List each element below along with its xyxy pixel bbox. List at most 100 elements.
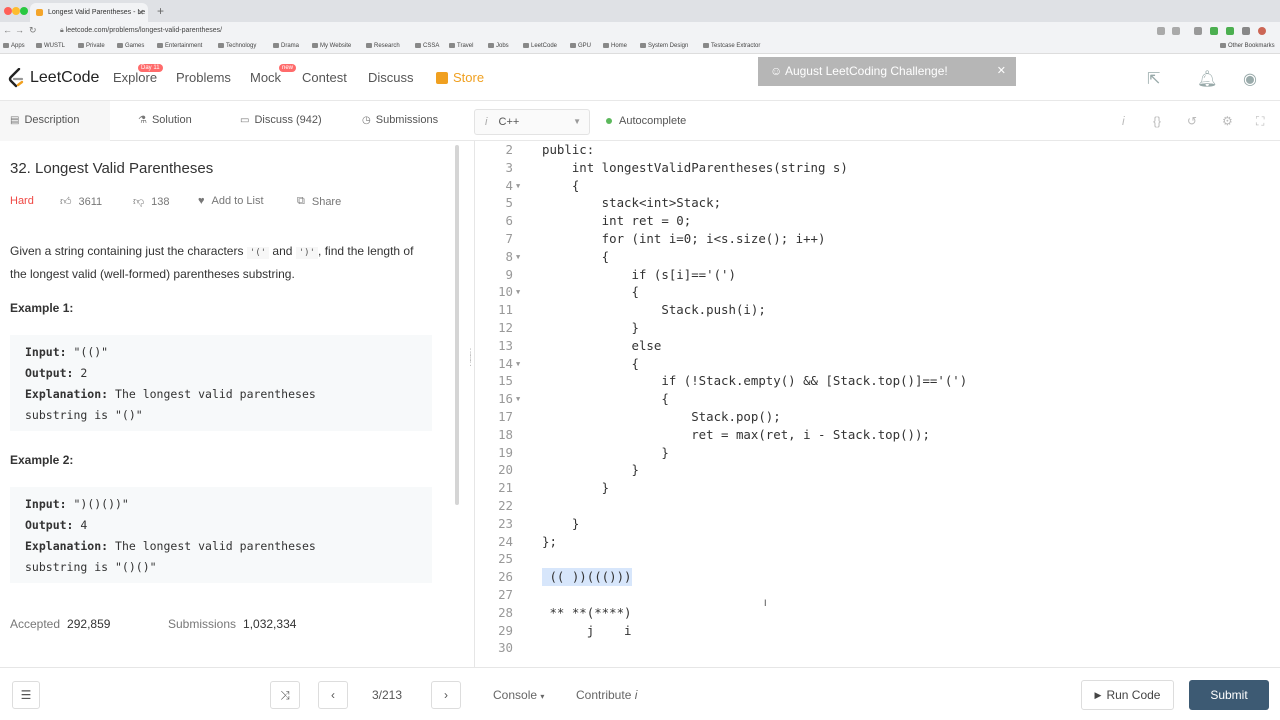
dislike-button[interactable]: 👎︎ 138 bbox=[133, 195, 170, 209]
add-to-list-button[interactable]: ♥ Add to List bbox=[198, 195, 264, 207]
code-line[interactable]: 16 ▼ { bbox=[475, 390, 1280, 408]
code-line[interactable]: 13 else bbox=[475, 337, 1280, 355]
profile-avatar-icon[interactable] bbox=[1258, 27, 1266, 35]
description-scrollbar[interactable] bbox=[455, 145, 459, 505]
code-line[interactable]: 21 } bbox=[475, 479, 1280, 497]
settings-gear-icon[interactable]: ⚙ bbox=[1222, 114, 1233, 128]
next-problem-button[interactable]: › bbox=[431, 681, 461, 709]
bookmark-item[interactable]: My Website bbox=[312, 43, 351, 49]
bookmark-star-icon[interactable] bbox=[1172, 27, 1180, 35]
problem-list-button[interactable]: ☰ bbox=[12, 681, 40, 709]
bookmark-item[interactable]: Testcase Extractor bbox=[703, 43, 760, 49]
code-line[interactable]: 30 bbox=[475, 639, 1280, 657]
code-line[interactable]: 22 bbox=[475, 497, 1280, 515]
code-editor[interactable]: 2 public: 3 int longestValidParentheses(st… bbox=[474, 141, 1280, 667]
code-line[interactable]: 2 public: bbox=[475, 141, 1280, 159]
code-line[interactable]: 15 if (!Stack.empty() && [Stack.top()]==… bbox=[475, 372, 1280, 390]
reload-icon[interactable]: ↻ bbox=[29, 25, 37, 36]
run-code-button[interactable]: ▶ Run Code bbox=[1081, 680, 1174, 710]
autocomplete-toggle[interactable]: Autocomplete bbox=[606, 115, 686, 127]
bookmark-item[interactable]: Technology bbox=[218, 43, 256, 49]
fold-arrow-icon[interactable]: ▼ bbox=[516, 283, 520, 301]
code-line[interactable]: 17 Stack.pop(); bbox=[475, 408, 1280, 426]
bookmark-item[interactable]: Apps bbox=[3, 43, 25, 49]
maximize-window-dot[interactable] bbox=[20, 7, 28, 15]
zoom-icon[interactable] bbox=[1157, 27, 1165, 35]
share-button[interactable]: ⧉ Share bbox=[297, 195, 341, 208]
bookmark-item[interactable]: Private bbox=[78, 43, 105, 49]
bookmark-item[interactable]: LeetCode bbox=[523, 43, 557, 49]
code-line[interactable]: 27 bbox=[475, 586, 1280, 604]
bookmark-item[interactable]: System Design bbox=[640, 43, 688, 49]
nav-store[interactable]: Store bbox=[436, 70, 484, 85]
bookmark-item[interactable]: Entertainment bbox=[157, 43, 202, 49]
braces-icon[interactable]: {} bbox=[1153, 114, 1161, 128]
bookmark-item[interactable]: GPU bbox=[570, 43, 591, 49]
bookmark-item[interactable]: Games bbox=[117, 43, 144, 49]
code-line[interactable]: 25 bbox=[475, 550, 1280, 568]
new-tab-icon[interactable]: + bbox=[157, 3, 164, 19]
bookmark-item[interactable]: CSSA bbox=[415, 43, 439, 49]
minimize-window-dot[interactable] bbox=[12, 7, 20, 15]
nav-problems[interactable]: Problems bbox=[176, 70, 231, 85]
leetcode-logo[interactable]: LeetCode bbox=[8, 67, 99, 89]
nav-explore[interactable]: Explore bbox=[113, 70, 157, 85]
puzzle-icon[interactable] bbox=[1242, 27, 1250, 35]
code-line[interactable]: 28 ** **(****) bbox=[475, 604, 1280, 622]
code-line[interactable]: 29 j i bbox=[475, 622, 1280, 640]
code-line[interactable]: 11 Stack.push(i); bbox=[475, 301, 1280, 319]
bookmark-item[interactable]: Travel bbox=[449, 43, 473, 49]
close-tab-icon[interactable]: ✕ bbox=[137, 3, 144, 22]
fold-arrow-icon[interactable]: ▼ bbox=[516, 390, 520, 408]
reset-icon[interactable]: ↺ bbox=[1187, 114, 1197, 128]
extension-icon[interactable] bbox=[1226, 27, 1234, 35]
extension-icon[interactable] bbox=[1194, 27, 1202, 35]
challenge-close-icon[interactable]: ✕ bbox=[997, 57, 1006, 86]
code-line[interactable]: 8 ▼ { bbox=[475, 248, 1280, 266]
tab-solution[interactable]: ⚗ Solution bbox=[138, 114, 192, 126]
fold-arrow-icon[interactable]: ▼ bbox=[516, 177, 520, 195]
notification-bell-icon[interactable]: 🔔︎ bbox=[1197, 69, 1217, 89]
code-line[interactable]: 7 for (int i=0; i<s.size(); i++) bbox=[475, 230, 1280, 248]
bookmark-item[interactable]: Research bbox=[366, 43, 400, 49]
nav-contest[interactable]: Contest bbox=[302, 70, 347, 85]
extension-icon[interactable] bbox=[1210, 27, 1218, 35]
code-line[interactable]: 24}; bbox=[475, 533, 1280, 551]
info-icon[interactable]: i bbox=[1122, 114, 1125, 128]
submit-button[interactable]: Submit bbox=[1189, 680, 1269, 710]
language-select[interactable]: i C++ ▼ bbox=[474, 109, 590, 135]
code-line[interactable]: 9 if (s[i]=='(') bbox=[475, 266, 1280, 284]
code-line[interactable]: 19 } bbox=[475, 444, 1280, 462]
tab-submissions[interactable]: ◷ Submissions bbox=[362, 114, 438, 126]
fullscreen-icon[interactable]: ⛶ bbox=[1256, 114, 1264, 129]
forward-arrow-icon[interactable]: → bbox=[15, 25, 24, 35]
code-line[interactable]: 18 ret = max(ret, i - Stack.top()); bbox=[475, 426, 1280, 444]
bookmark-item[interactable]: WUSTL bbox=[36, 43, 65, 49]
playground-icon[interactable]: ⇱ bbox=[1147, 69, 1160, 89]
challenge-banner[interactable]: ☺ August LeetCoding Challenge! ✕ bbox=[758, 57, 1016, 86]
code-line[interactable]: 4 ▼ { bbox=[475, 177, 1280, 195]
bookmark-item[interactable]: Other Bookmarks bbox=[1220, 43, 1275, 49]
tab-discuss[interactable]: ▭ Discuss (942) bbox=[240, 114, 322, 126]
console-toggle[interactable]: Console ▾ bbox=[493, 688, 544, 702]
browser-tab[interactable]: Longest Valid Parentheses - Le ✕ bbox=[30, 3, 148, 22]
fold-arrow-icon[interactable]: ▼ bbox=[516, 248, 520, 266]
code-line[interactable]: 20 } bbox=[475, 461, 1280, 479]
nav-discuss[interactable]: Discuss bbox=[368, 70, 414, 85]
code-line[interactable]: 5 stack<int>Stack; bbox=[475, 194, 1280, 212]
shuffle-button[interactable]: ⤨ bbox=[270, 681, 300, 709]
close-window-dot[interactable] bbox=[4, 7, 12, 15]
code-line[interactable]: 12 } bbox=[475, 319, 1280, 337]
code-line[interactable]: 23 } bbox=[475, 515, 1280, 533]
bookmark-item[interactable]: Home bbox=[603, 43, 627, 49]
bookmark-item[interactable]: Jobs bbox=[488, 43, 509, 49]
fold-arrow-icon[interactable]: ▼ bbox=[516, 355, 520, 373]
code-line[interactable]: 14 ▼ { bbox=[475, 355, 1280, 373]
code-line[interactable]: 26 (( ))((())) bbox=[475, 568, 1280, 587]
code-line[interactable]: 3 int longestValidParentheses(string s) bbox=[475, 159, 1280, 177]
nav-mock[interactable]: Mock bbox=[250, 70, 281, 85]
tab-description[interactable]: ▤ Description bbox=[10, 114, 79, 126]
user-avatar-icon[interactable]: ◉ bbox=[1243, 69, 1257, 89]
code-line[interactable]: 6 int ret = 0; bbox=[475, 212, 1280, 230]
code-line[interactable]: 10 ▼ { bbox=[475, 283, 1280, 301]
